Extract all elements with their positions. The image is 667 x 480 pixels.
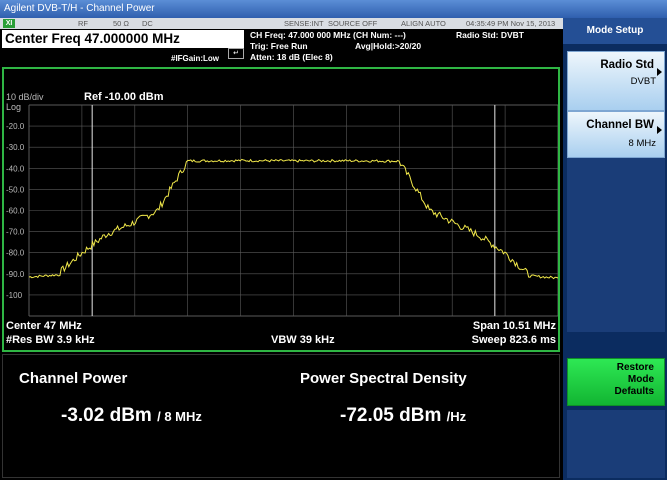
timestamp: 04:35:49 PM Nov 15, 2013 bbox=[466, 19, 556, 28]
sweep-label: Sweep 823.6 ms bbox=[472, 334, 556, 346]
channel-power-value: -3.02 dBm bbox=[61, 405, 152, 426]
channel-bw-softkey[interactable]: Channel BW 8 MHz bbox=[567, 111, 665, 158]
trigger-readout: Trig: Free Run bbox=[250, 41, 308, 51]
restore-line-3: Defaults bbox=[614, 386, 654, 397]
window-title: Agilent DVB-T/H - Channel Power bbox=[4, 3, 155, 14]
channel-power-title: Channel Power bbox=[19, 370, 128, 387]
span-label: Span 10.51 MHz bbox=[473, 320, 557, 332]
psd-title: Power Spectral Density bbox=[300, 370, 467, 387]
radio-std-softkey-label: Radio Std bbox=[600, 59, 654, 71]
status-bar: XI RF 50 Ω DC SENSE:INT SOURCE OFF ALIGN… bbox=[0, 18, 563, 66]
spectrum-display[interactable]: 10 dB/div Ref -10.00 dBm Log -20.0 -30.0-… bbox=[2, 67, 560, 352]
radio-std-readout: Radio Std: DVBT bbox=[456, 30, 524, 40]
y-tick-label: -50.0 bbox=[6, 185, 25, 194]
psd-unit: /Hz bbox=[446, 409, 467, 424]
coupling-indicator: DC bbox=[142, 19, 153, 28]
impedance-indicator: 50 Ω bbox=[113, 19, 130, 28]
avg-hold-readout: Avg|Hold:>20/20 bbox=[355, 41, 422, 51]
psd-value: -72.05 dBm bbox=[340, 405, 442, 426]
psd-readout: -72.05 dBm /Hz bbox=[340, 405, 466, 427]
center-label: Center 47 MHz bbox=[6, 320, 82, 332]
mode-badge: XI bbox=[3, 19, 15, 28]
empty-softkey-2[interactable] bbox=[567, 216, 665, 274]
center-freq-readout[interactable]: Center Freq 47.000000 MHz bbox=[2, 30, 244, 48]
restore-line-2: Mode bbox=[627, 374, 654, 385]
channel-bw-softkey-label: Channel BW bbox=[586, 119, 654, 131]
channel-bw-softkey-value: 8 MHz bbox=[628, 138, 656, 149]
res-bw-label: #Res BW 3.9 kHz bbox=[6, 334, 95, 346]
status-indicator-strip: XI RF 50 Ω DC SENSE:INT SOURCE OFF ALIGN… bbox=[0, 18, 563, 29]
channel-power-readout: -3.02 dBm / 8 MHz bbox=[61, 405, 202, 427]
attenuation-readout: Atten: 18 dB (Elec 8) bbox=[250, 52, 333, 62]
softkey-panel: Mode Setup Radio Std DVBT Channel BW 8 M… bbox=[563, 18, 667, 480]
ref-level-label: Ref -10.00 dBm bbox=[84, 91, 164, 103]
log-label: Log bbox=[6, 102, 21, 112]
sense-indicator: SENSE:INT bbox=[284, 19, 324, 28]
vbw-label: VBW 39 kHz bbox=[271, 334, 335, 346]
radio-std-softkey-value: DVBT bbox=[630, 76, 656, 87]
y-tick-label: -100 bbox=[6, 291, 23, 300]
spectrum-plot: 10 dB/div Ref -10.00 dBm Log -20.0-30.0-… bbox=[6, 91, 558, 346]
y-tick-label: -90.0 bbox=[6, 270, 25, 279]
y-tick-labels: -20.0 -30.0 -40.0 -50.0 -60.0 -70.0 -80.0 -90.0… bbox=[6, 122, 25, 300]
y-tick-label: -20.0 bbox=[6, 122, 25, 131]
align-indicator: ALIGN AUTO bbox=[401, 19, 446, 28]
scale-label: 10 dB/div bbox=[6, 92, 44, 102]
window-title-bar: Agilent DVB-T/H - Channel Power bbox=[0, 0, 667, 18]
results-panel: Channel Power -3.02 dBm / 8 MHz Power Sp… bbox=[2, 354, 560, 478]
source-indicator: SOURCE OFF bbox=[328, 19, 378, 28]
if-gain-indicator: #IFGain:Low bbox=[171, 54, 219, 63]
y-tick-label: -40.0 bbox=[6, 164, 25, 173]
rf-indicator: RF bbox=[78, 19, 88, 28]
y-tick-label: -80.0 bbox=[6, 249, 25, 258]
submenu-arrow-icon bbox=[657, 126, 662, 134]
return-arrow-icon: ↵ bbox=[228, 48, 244, 59]
softkey-menu-title: Mode Setup bbox=[563, 18, 667, 44]
y-tick-label: -60.0 bbox=[6, 207, 25, 216]
channel-power-unit: / 8 MHz bbox=[157, 409, 202, 424]
restore-mode-defaults-softkey[interactable]: Restore Mode Defaults bbox=[567, 358, 665, 406]
y-tick-label: -30.0 bbox=[6, 143, 25, 152]
empty-softkey-1[interactable] bbox=[567, 158, 665, 216]
empty-softkey-3[interactable] bbox=[567, 274, 665, 332]
restore-line-1: Restore bbox=[616, 362, 654, 373]
y-tick-label: -70.0 bbox=[6, 228, 25, 237]
radio-std-softkey[interactable]: Radio Std DVBT bbox=[567, 51, 665, 111]
ch-freq-readout: CH Freq: 47.000 000 MHz (CH Num: ---) bbox=[250, 30, 406, 40]
submenu-arrow-icon bbox=[657, 68, 662, 76]
empty-softkey-4[interactable] bbox=[567, 410, 665, 478]
plot-grid bbox=[28, 104, 558, 317]
